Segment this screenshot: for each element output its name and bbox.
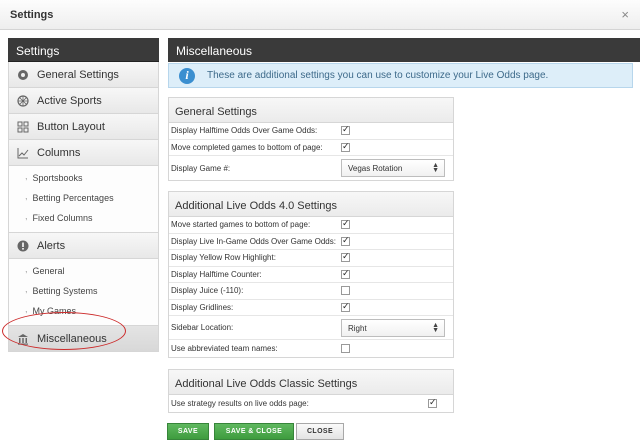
live-odds-4-section: Additional Live Odds 4.0 Settings Move s… bbox=[168, 191, 454, 358]
general-settings-section: General Settings Display Halftime Odds O… bbox=[168, 97, 454, 181]
sidebar-item-label: Columns bbox=[37, 146, 81, 159]
alert-icon bbox=[17, 240, 29, 251]
ball-icon bbox=[17, 94, 29, 107]
move-completed-checkbox[interactable] bbox=[341, 141, 350, 152]
setting-row: Move started games to bottom of page: bbox=[169, 217, 453, 234]
page-title: Miscellaneous bbox=[168, 38, 640, 62]
sidebar-item-label: Alerts bbox=[37, 239, 66, 252]
columns-submenu: Sportsbooks Betting Percentages Fixed Co… bbox=[8, 166, 159, 233]
info-icon: i bbox=[179, 67, 195, 84]
select-value: Vegas Rotation bbox=[348, 164, 403, 173]
live-odds-classic-section: Additional Live Odds Classic Settings Us… bbox=[168, 369, 454, 413]
live-ingame-odds-checkbox[interactable] bbox=[341, 235, 350, 246]
sidebar-item-button-layout[interactable]: Button Layout bbox=[8, 114, 159, 140]
display-gridlines-checkbox[interactable] bbox=[341, 301, 350, 312]
sidebar-item-label: Button Layout bbox=[37, 120, 105, 133]
setting-label: Display Live In-Game Odds Over Game Odds… bbox=[171, 236, 336, 246]
main-panel: Miscellaneous i These are additional set… bbox=[168, 38, 640, 88]
display-juice-checkbox[interactable] bbox=[341, 286, 350, 296]
setting-row: Sidebar Location: Right ▲ ▼ bbox=[169, 316, 453, 340]
gear-icon bbox=[18, 69, 28, 80]
info-banner: i These are additional settings you can … bbox=[168, 63, 633, 88]
sidebar-subitem-betting-percentages[interactable]: Betting Percentages bbox=[9, 188, 158, 208]
dialog-title: Settings bbox=[10, 9, 54, 21]
setting-row: Display Live In-Game Odds Over Game Odds… bbox=[169, 234, 453, 250]
sidebar-subitem-general[interactable]: General bbox=[9, 261, 158, 281]
select-arrows-icon: ▲ ▼ bbox=[432, 162, 439, 174]
setting-label: Display Juice (-110): bbox=[171, 286, 244, 296]
setting-row: Display Gridlines: bbox=[169, 300, 453, 316]
setting-label: Move completed games to bottom of page: bbox=[171, 142, 323, 152]
dialog-titlebar: Settings × bbox=[0, 0, 640, 30]
sidebar-item-label: General Settings bbox=[37, 68, 119, 81]
setting-row: Display Halftime Odds Over Game Odds: bbox=[169, 123, 453, 140]
grid-icon bbox=[17, 121, 29, 132]
setting-row: Display Game #: Vegas Rotation ▲ ▼ bbox=[169, 156, 453, 180]
halftime-counter-checkbox[interactable] bbox=[341, 268, 350, 279]
sidebar-header: Settings bbox=[8, 38, 159, 62]
close-button[interactable]: CLOSE bbox=[296, 423, 344, 440]
setting-label: Sidebar Location: bbox=[171, 323, 234, 332]
yellow-highlight-checkbox[interactable] bbox=[341, 251, 350, 263]
sidebar-item-general-settings[interactable]: General Settings bbox=[8, 62, 159, 88]
chart-icon bbox=[17, 147, 29, 158]
halftime-odds-checkbox[interactable] bbox=[341, 124, 350, 136]
sidebar-item-alerts[interactable]: Alerts bbox=[8, 233, 159, 259]
setting-label: Display Halftime Odds Over Game Odds: bbox=[171, 126, 318, 136]
save-button[interactable]: SAVE bbox=[167, 423, 209, 440]
select-value: Right bbox=[348, 323, 367, 333]
abbreviated-names-checkbox[interactable] bbox=[341, 343, 350, 353]
sidebar-item-columns[interactable]: Columns bbox=[8, 140, 159, 166]
section-title: Additional Live Odds 4.0 Settings bbox=[169, 192, 453, 217]
info-text: These are additional settings you can us… bbox=[207, 70, 549, 81]
select-arrows-icon: ▲ ▼ bbox=[432, 321, 439, 334]
setting-row: Display Yellow Row Highlight: bbox=[169, 250, 453, 267]
setting-label: Move started games to bottom of page: bbox=[171, 220, 311, 230]
close-icon[interactable]: × bbox=[621, 7, 629, 22]
display-game-select[interactable]: Vegas Rotation ▲ ▼ bbox=[341, 159, 445, 177]
strategy-results-checkbox[interactable] bbox=[428, 397, 437, 408]
setting-label: Use abbreviated team names: bbox=[171, 343, 278, 353]
sidebar-item-label: Active Sports bbox=[37, 94, 102, 107]
highlight-annotation bbox=[2, 312, 126, 350]
setting-row: Display Juice (-110): bbox=[169, 283, 453, 300]
settings-sidebar: Settings General Settings Active Sports … bbox=[8, 38, 159, 352]
setting-label: Display Yellow Row Highlight: bbox=[171, 253, 276, 263]
setting-label: Display Halftime Counter: bbox=[171, 269, 262, 279]
sidebar-subitem-betting-systems[interactable]: Betting Systems bbox=[9, 281, 158, 301]
setting-label: Use strategy results on live odds page: bbox=[171, 398, 309, 408]
sidebar-subitem-fixed-columns[interactable]: Fixed Columns bbox=[9, 208, 158, 228]
setting-row: Use abbreviated team names: bbox=[169, 340, 453, 357]
setting-label: Display Game #: bbox=[171, 163, 231, 173]
setting-row: Use strategy results on live odds page: bbox=[169, 395, 453, 412]
setting-row: Display Halftime Counter: bbox=[169, 267, 453, 283]
sidebar-item-active-sports[interactable]: Active Sports bbox=[8, 88, 159, 114]
sidebar-location-select[interactable]: Right ▲ ▼ bbox=[341, 318, 445, 337]
move-started-checkbox[interactable] bbox=[341, 218, 350, 230]
sidebar-subitem-sportsbooks[interactable]: Sportsbooks bbox=[9, 168, 158, 188]
setting-row: Move completed games to bottom of page: bbox=[169, 140, 453, 156]
section-title: General Settings bbox=[169, 98, 453, 123]
save-close-button[interactable]: SAVE & CLOSE bbox=[214, 423, 294, 440]
setting-label: Display Gridlines: bbox=[171, 302, 234, 312]
section-title: Additional Live Odds Classic Settings bbox=[169, 370, 453, 395]
